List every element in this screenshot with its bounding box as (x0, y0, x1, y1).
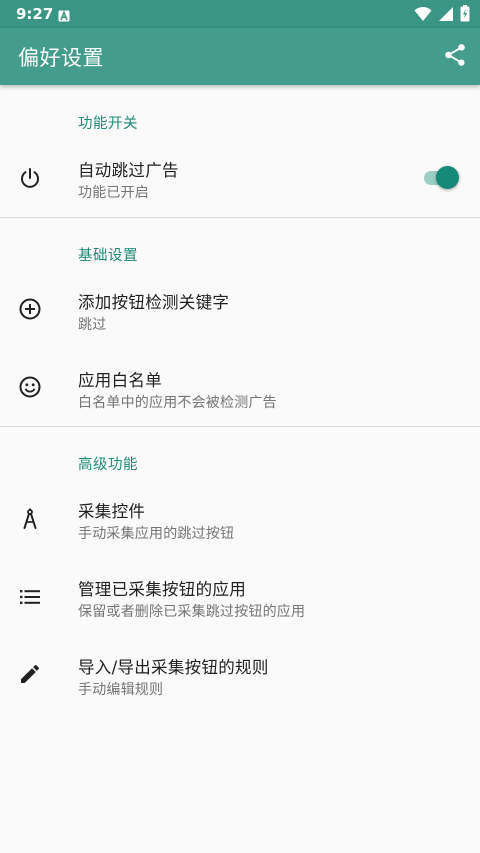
add-circle-icon (18, 297, 42, 321)
setting-title: 采集控件 (78, 502, 146, 521)
list-icon (18, 585, 42, 609)
setting-subtitle: 保留或者删除已采集跳过按钮的应用 (78, 604, 306, 620)
divider (0, 426, 480, 427)
toggle-thumb (436, 166, 459, 189)
setting-subtitle: 跳过 (78, 317, 107, 333)
setting-subtitle: 功能已开启 (78, 185, 149, 201)
setting-auto-skip-ads[interactable]: 自动跳过广告 功能已开启 (0, 139, 480, 215)
auto-skip-toggle[interactable] (422, 166, 460, 190)
share-icon (445, 44, 465, 66)
section-header-advanced: 高级功能 (78, 457, 138, 473)
setting-title: 应用白名单 (78, 371, 162, 390)
app-bar: 偏好设置 (0, 28, 480, 85)
setting-subtitle: 手动编辑规则 (78, 682, 164, 698)
setting-subtitle: 白名单中的应用不会被检测广告 (78, 395, 277, 411)
signal-icon (438, 6, 454, 26)
status-icons (414, 5, 470, 26)
setting-title: 导入/导出采集按钮的规则 (78, 658, 269, 677)
edit-pencil-icon (18, 662, 42, 686)
setting-subtitle: 手动采集应用的跳过按钮 (78, 526, 235, 542)
status-bar: 9:27 (0, 0, 480, 28)
wifi-icon (414, 6, 432, 26)
status-time: 9:27 (16, 5, 54, 23)
setting-collect-widget[interactable]: 采集控件 手动采集应用的跳过按钮 (0, 480, 480, 556)
notification-a-icon (58, 7, 70, 22)
smiley-icon (18, 375, 42, 399)
compass-icon (18, 507, 42, 531)
section-header-switches: 功能开关 (78, 116, 138, 132)
battery-icon (460, 5, 470, 26)
setting-title: 添加按钮检测关键字 (78, 293, 230, 312)
setting-manage-apps[interactable]: 管理已采集按钮的应用 保留或者删除已采集跳过按钮的应用 (0, 558, 480, 634)
share-button[interactable] (442, 42, 468, 68)
setting-add-keyword[interactable]: 添加按钮检测关键字 跳过 (0, 271, 480, 347)
power-icon (18, 166, 42, 190)
page-title: 偏好设置 (18, 46, 104, 70)
divider (0, 217, 480, 218)
setting-import-export-rules[interactable]: 导入/导出采集按钮的规则 手动编辑规则 (0, 636, 480, 712)
setting-title: 管理已采集按钮的应用 (78, 580, 246, 599)
section-header-basic: 基础设置 (78, 248, 138, 264)
setting-title: 自动跳过广告 (78, 161, 179, 180)
setting-whitelist[interactable]: 应用白名单 白名单中的应用不会被检测广告 (0, 349, 480, 425)
